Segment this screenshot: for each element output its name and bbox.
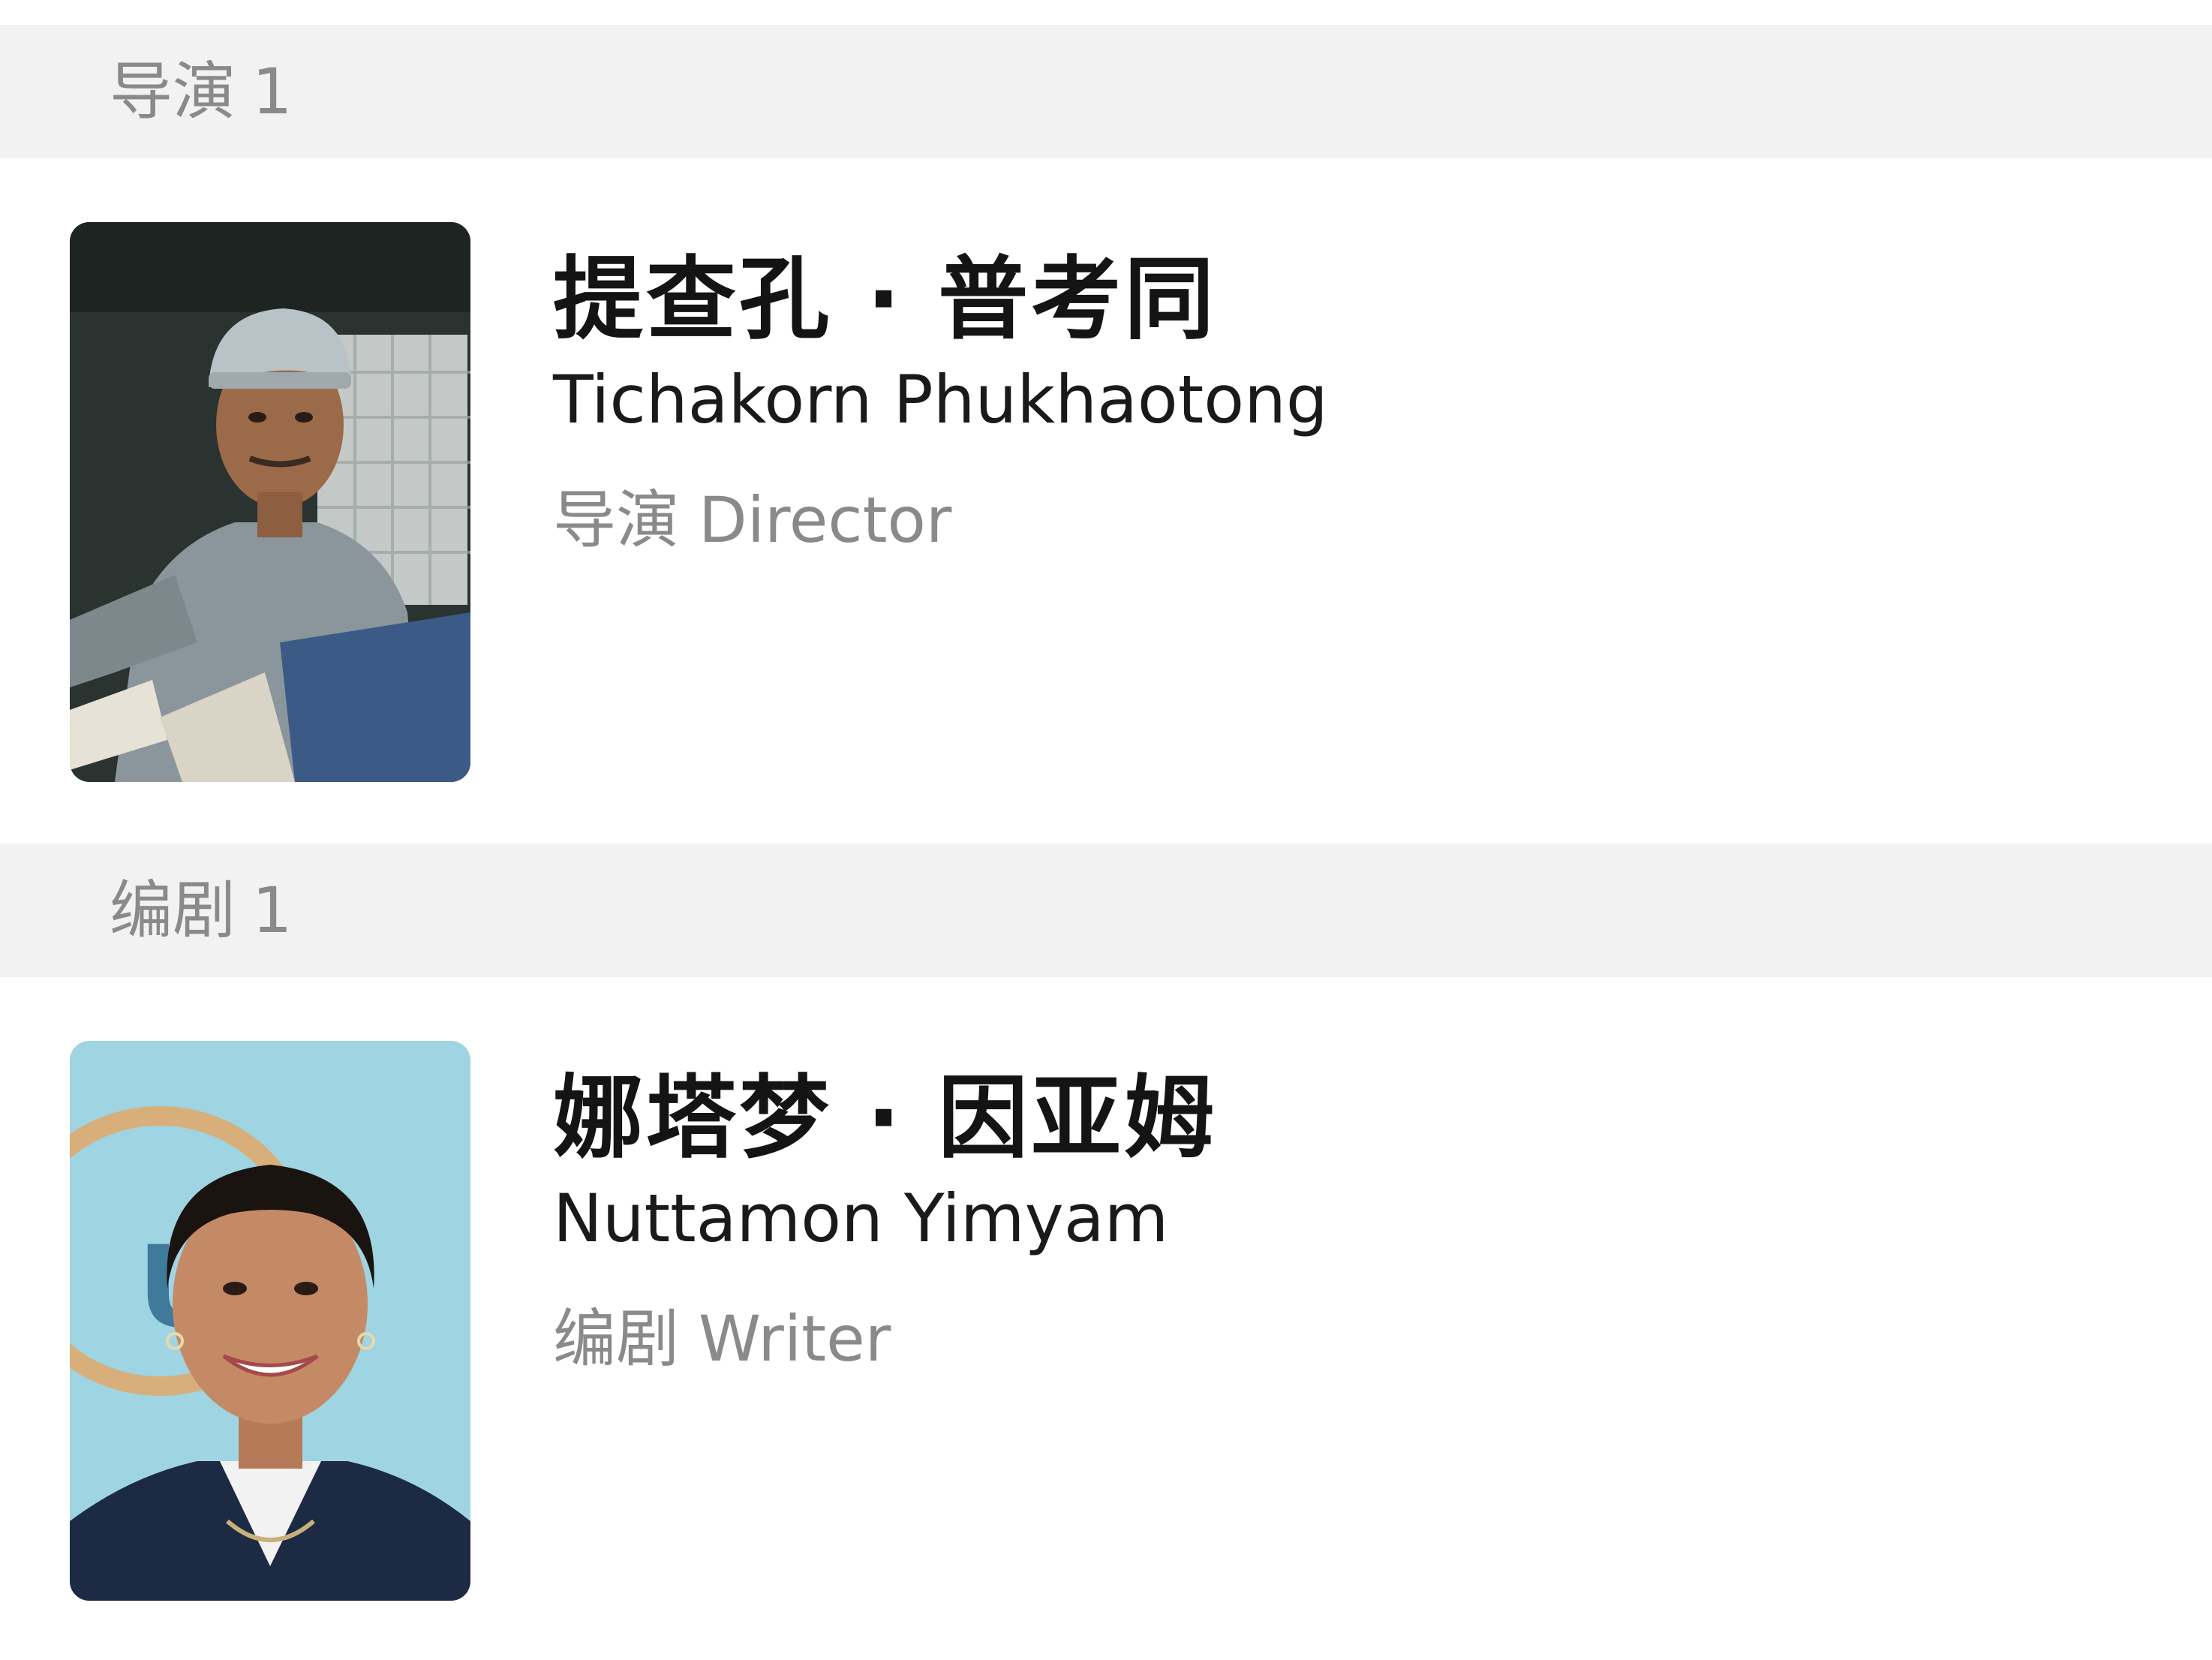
section-header-director: 导演 1 <box>0 25 2212 158</box>
person-role-en: Writer <box>699 1302 891 1376</box>
section-header-label: 导演 1 <box>110 25 292 158</box>
person-name-cn: 提查孔 · 普考同 <box>553 248 1218 352</box>
person-role: 导演 Director <box>553 470 951 561</box>
person-photo[interactable]: U <box>70 1041 470 1601</box>
section-count: 1 <box>252 874 293 947</box>
person-row-director[interactable]: 提查孔 · 普考同 Tichakorn Phukhaotong 导演 Direct… <box>0 158 2212 841</box>
section-count: 1 <box>252 55 293 128</box>
person-name-en: Nuttamon Yimyam <box>553 1180 1169 1257</box>
person-name-en: Tichakorn Phukhaotong <box>553 361 1328 438</box>
person-photo[interactable] <box>70 222 470 782</box>
section-header-label: 编剧 1 <box>110 844 292 977</box>
person-role: 编剧 Writer <box>553 1289 891 1379</box>
person-name-cn: 娜塔梦 · 因亚姆 <box>553 1066 1218 1171</box>
section-title: 编剧 <box>110 874 236 947</box>
section-title: 导演 <box>110 55 236 128</box>
person-role-cn: 编剧 <box>553 1302 680 1376</box>
person-row-writer[interactable]: U 娜塔梦 · 因亚姆 Nuttamon Yimyam 编剧 Writer <box>0 977 2212 1660</box>
person-role-en: Director <box>699 483 952 557</box>
person-role-cn: 导演 <box>553 483 680 557</box>
section-header-writer: 编剧 1 <box>0 844 2212 977</box>
